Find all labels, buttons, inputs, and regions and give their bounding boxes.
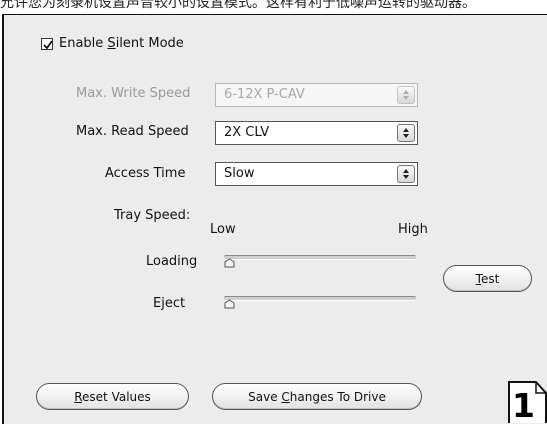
write-speed-label: Max. Write Speed xyxy=(76,86,191,101)
silent-mode-label[interactable]: Enable Silent Mode xyxy=(59,36,184,51)
save-button-label: hanges To Drive xyxy=(289,390,386,404)
top-caption-text: 允许您为刻录机设置声音较小的设置模式。这样有利于低噪声运转的驱动器。 xyxy=(0,0,476,11)
top-caption-strip: 允许您为刻录机设置声音较小的设置模式。这样有利于低噪声运转的驱动器。 xyxy=(0,0,547,14)
loading-slider-track[interactable] xyxy=(224,253,416,268)
test-button-label: est xyxy=(480,272,500,286)
save-changes-button[interactable]: Save Changes To Drive xyxy=(212,383,422,410)
read-speed-label: Max. Read Speed xyxy=(76,124,189,139)
loading-slider-thumb[interactable] xyxy=(224,253,235,268)
check-mark-icon xyxy=(43,40,53,50)
eject-slider-thumb[interactable] xyxy=(224,294,235,309)
read-speed-select[interactable]: 2X CLV xyxy=(215,121,418,145)
access-time-spinner-icon[interactable] xyxy=(397,165,415,183)
reset-button-accel: R xyxy=(74,390,83,404)
access-time-value: Slow xyxy=(224,166,255,181)
eject-slider-track[interactable] xyxy=(224,294,416,309)
write-speed-value: 6-12X P-CAV xyxy=(224,87,305,102)
silent-mode-checkbox[interactable] xyxy=(41,38,53,50)
write-speed-spinner-icon xyxy=(397,86,415,104)
loading-label: Loading xyxy=(146,254,198,269)
tray-speed-label: Tray Speed: xyxy=(114,208,191,223)
silent-mode-label-accel: S xyxy=(107,36,116,51)
silent-mode-label-pre: Enable xyxy=(59,36,108,51)
access-time-label: Access Time xyxy=(105,166,186,181)
test-button[interactable]: Test xyxy=(443,265,532,292)
reset-button-label: eset Values xyxy=(82,390,151,404)
silent-mode-label-post: ilent Mode xyxy=(115,36,184,51)
page-number-text: 1 xyxy=(512,386,535,425)
write-speed-select: 6-12X P-CAV xyxy=(215,83,418,107)
access-time-select[interactable]: Slow xyxy=(215,162,418,186)
tray-speed-high-label: High xyxy=(398,222,428,237)
reset-values-button[interactable]: Reset Values xyxy=(36,383,189,410)
tray-speed-low-label: Low xyxy=(210,222,236,237)
read-speed-value: 2X CLV xyxy=(224,125,270,140)
read-speed-spinner-icon[interactable] xyxy=(397,124,415,142)
save-button-accel: C xyxy=(281,390,290,404)
save-button-label-pre: Save xyxy=(248,390,282,404)
eject-label: Eject xyxy=(153,296,186,311)
silent-mode-panel xyxy=(2,14,547,424)
